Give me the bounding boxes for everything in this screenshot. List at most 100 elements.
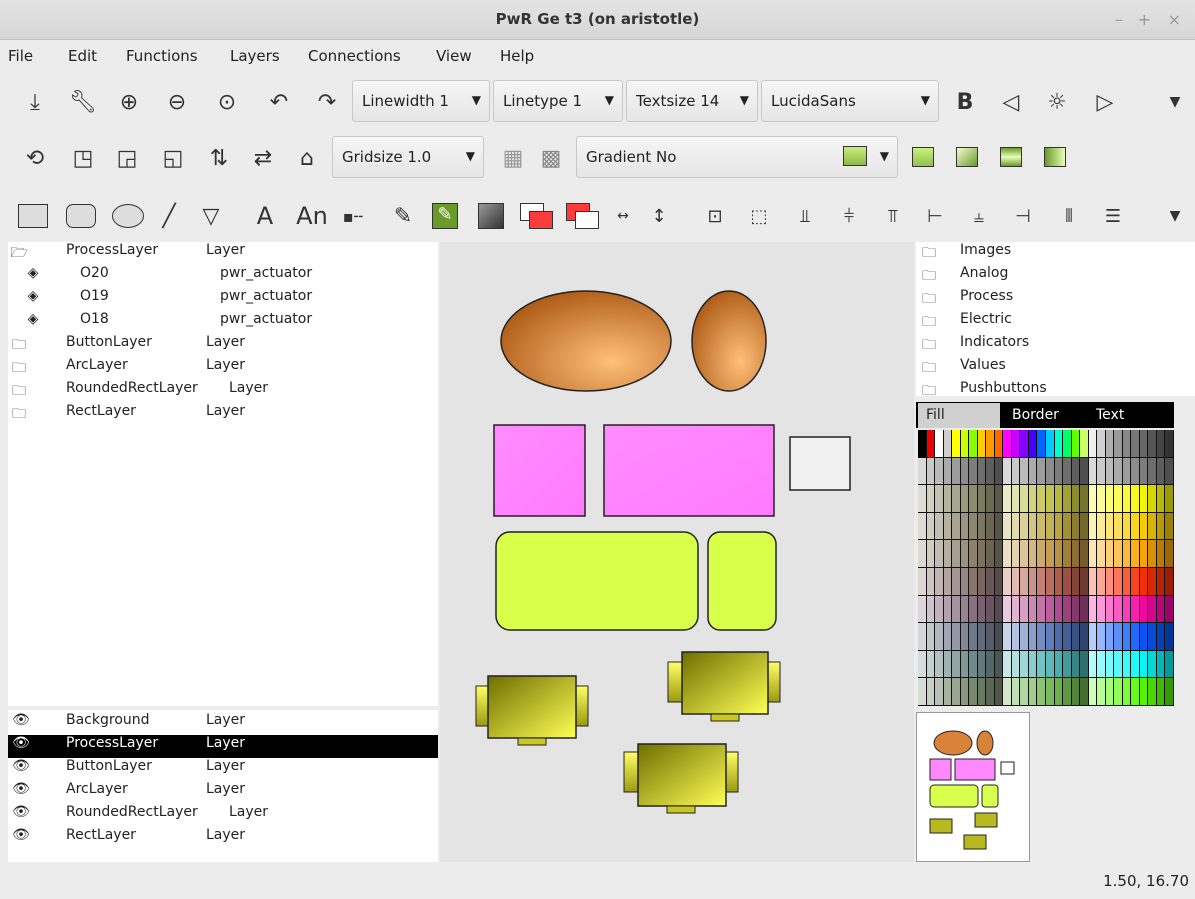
color-swatch[interactable] — [1165, 485, 1173, 512]
color-swatch[interactable] — [926, 678, 935, 705]
color-swatch[interactable] — [1148, 623, 1156, 650]
color-swatch[interactable] — [1165, 595, 1173, 623]
color-swatch[interactable] — [1139, 595, 1148, 623]
gradient-diagonal-button[interactable] — [956, 147, 978, 167]
color-swatch[interactable] — [1046, 595, 1054, 623]
align-left-icon[interactable]: ⊢ — [918, 199, 952, 233]
menu-functions[interactable]: Functions — [126, 47, 198, 65]
color-swatch[interactable] — [1114, 485, 1122, 512]
color-swatch[interactable] — [1046, 650, 1054, 678]
color-swatch[interactable] — [1028, 595, 1037, 623]
color-swatch[interactable] — [1003, 485, 1011, 512]
color-swatch[interactable] — [960, 430, 969, 457]
color-swatch[interactable] — [1063, 457, 1071, 485]
color-swatch[interactable] — [969, 485, 977, 512]
color-swatch[interactable] — [960, 457, 969, 485]
color-swatch[interactable] — [926, 650, 935, 678]
color-swatch[interactable] — [1037, 540, 1045, 567]
color-swatch[interactable] — [1165, 512, 1173, 540]
color-swatch[interactable] — [1080, 512, 1088, 540]
color-swatch[interactable] — [1054, 430, 1063, 457]
color-swatch[interactable] — [1020, 485, 1028, 512]
layer-row-background[interactable]: 👁︎ Background Layer — [8, 712, 438, 735]
color-swatch[interactable] — [952, 430, 960, 457]
color-swatch[interactable] — [935, 568, 943, 595]
arc-ellipse-small[interactable] — [691, 290, 767, 392]
tab-text[interactable]: Text — [1088, 403, 1172, 428]
color-swatch[interactable] — [1122, 650, 1131, 678]
color-swatch[interactable] — [1105, 457, 1114, 485]
color-swatch[interactable] — [1139, 457, 1148, 485]
color-swatch[interactable] — [1165, 623, 1173, 650]
color-swatch[interactable] — [926, 485, 935, 512]
color-swatch[interactable] — [918, 430, 926, 457]
color-swatch[interactable] — [969, 650, 977, 678]
zoom-in-icon[interactable]: ⊕ — [112, 85, 146, 119]
color-swatch[interactable] — [994, 595, 1003, 623]
color-swatch[interactable] — [1028, 678, 1037, 705]
color-swatch[interactable] — [977, 540, 986, 567]
color-swatch[interactable] — [1122, 595, 1131, 623]
color-swatch[interactable] — [1114, 457, 1122, 485]
color-swatch[interactable] — [1131, 678, 1139, 705]
scale-horizontal-icon[interactable]: ↔ — [606, 199, 640, 233]
color-swatch[interactable] — [918, 595, 926, 623]
tree-row-roundedrectlayer[interactable]: 🗀︎ RoundedRectLayer Layer — [8, 380, 438, 403]
color-swatch[interactable] — [1020, 457, 1028, 485]
linewidth-select[interactable]: Linewidth 1 ▼ — [352, 80, 490, 122]
overflow-chevron-icon[interactable]: ▼ — [1158, 199, 1192, 233]
color-swatch[interactable] — [1037, 485, 1045, 512]
color-swatch[interactable] — [1020, 650, 1028, 678]
color-swatch[interactable] — [1105, 650, 1114, 678]
color-swatch[interactable] — [1088, 595, 1097, 623]
color-swatch[interactable] — [1148, 678, 1156, 705]
color-swatch[interactable] — [943, 623, 952, 650]
palette-folder-values[interactable]: 🗀︎ Values — [916, 357, 1195, 380]
color-swatch[interactable] — [977, 650, 986, 678]
color-swatch[interactable] — [1131, 568, 1139, 595]
color-swatch[interactable] — [926, 595, 935, 623]
color-swatch[interactable] — [943, 540, 952, 567]
color-swatch[interactable] — [960, 540, 969, 567]
color-swatch[interactable] — [986, 678, 994, 705]
gradient-select[interactable]: Gradient No ▼ — [576, 136, 898, 178]
tree-row-buttonlayer[interactable]: 🗀︎ ButtonLayer Layer — [8, 334, 438, 357]
color-swatch[interactable] — [1054, 650, 1063, 678]
color-swatch[interactable] — [1028, 512, 1037, 540]
color-swatch[interactable] — [1131, 512, 1139, 540]
color-swatch[interactable] — [1156, 540, 1165, 567]
color-swatch[interactable] — [1080, 678, 1088, 705]
color-swatch[interactable] — [1020, 512, 1028, 540]
align-right-icon[interactable]: ⊣ — [1006, 199, 1040, 233]
color-swatch[interactable] — [1148, 485, 1156, 512]
color-swatch[interactable] — [1148, 568, 1156, 595]
color-swatch[interactable] — [960, 650, 969, 678]
color-swatch[interactable] — [960, 568, 969, 595]
color-swatch[interactable] — [1020, 595, 1028, 623]
color-swatch[interactable] — [994, 430, 1003, 457]
pencil-icon[interactable]: ✎ — [386, 199, 420, 233]
color-swatch[interactable] — [994, 512, 1003, 540]
undo-icon[interactable]: ↶ — [262, 85, 296, 119]
color-swatch[interactable] — [1139, 540, 1148, 567]
bold-button[interactable]: B — [948, 85, 982, 119]
grid-icon[interactable]: ▦ — [496, 141, 530, 175]
color-swatch[interactable] — [1003, 568, 1011, 595]
color-swatch[interactable] — [918, 512, 926, 540]
color-swatch[interactable] — [1088, 623, 1097, 650]
align-icon[interactable]: ⌂ — [290, 141, 324, 175]
color-swatch[interactable] — [1122, 568, 1131, 595]
tree-row-o18[interactable]: ◈ O18 pwr_actuator — [8, 311, 438, 334]
color-swatch[interactable] — [1011, 650, 1020, 678]
color-swatch[interactable] — [1071, 623, 1080, 650]
distribute-horizontal-icon[interactable]: ⫴ — [1052, 199, 1086, 233]
color-swatch[interactable] — [960, 512, 969, 540]
color-swatch[interactable] — [1037, 678, 1045, 705]
rounded-rect-icon[interactable] — [66, 204, 96, 228]
color-swatch[interactable] — [1156, 512, 1165, 540]
palette-folder-process[interactable]: 🗀︎ Process — [916, 288, 1195, 311]
color-swatch[interactable] — [960, 623, 969, 650]
color-swatch[interactable] — [994, 623, 1003, 650]
color-swatch[interactable] — [1046, 623, 1054, 650]
color-swatch[interactable] — [918, 623, 926, 650]
